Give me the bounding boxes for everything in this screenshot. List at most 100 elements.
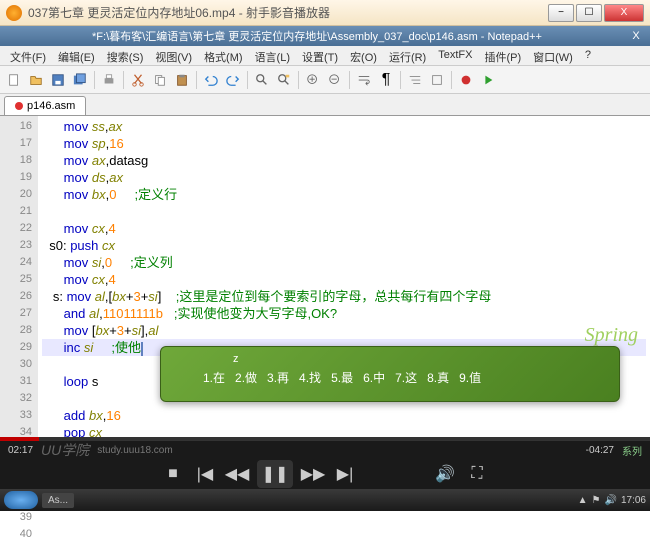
code-line[interactable]: s: mov al,[bx+3+si] ;这里是定位到每个要索引的字母，总共每行… <box>42 288 646 305</box>
notepadpp-titlebar: *F:\暮布客\汇编语言\第七章 更灵活定位内存地址\Assembly_037_… <box>0 26 650 46</box>
close-button[interactable]: X <box>604 4 644 22</box>
prev-button[interactable]: |◀ <box>193 462 217 486</box>
tray-icon[interactable]: 🔊 <box>605 495 617 506</box>
macro-play-icon[interactable] <box>478 70 498 90</box>
taskbar-clock[interactable]: 17:06 <box>621 495 646 506</box>
code-line[interactable]: and al,11011111b ;实现使他变为大写字母,OK? <box>42 305 646 322</box>
show-all-chars-icon[interactable]: ¶ <box>376 70 396 90</box>
ime-candidates[interactable]: 1.在 2.做 3.再 4.找 5.最 6.中 7.这 8.真 9.值 <box>203 369 607 386</box>
folder-margin-icon[interactable] <box>427 70 447 90</box>
volume-icon[interactable]: 🔊 <box>433 462 457 486</box>
menu-item[interactable]: 设置(T) <box>296 46 344 65</box>
code-line[interactable]: mov cx,4 <box>42 220 646 237</box>
pause-button[interactable]: ❚❚ <box>257 460 293 488</box>
progress-bar[interactable] <box>0 437 650 441</box>
code-line[interactable]: mov cx,4 <box>42 271 646 288</box>
menu-item[interactable]: 文件(F) <box>4 46 52 65</box>
maximize-button[interactable]: ☐ <box>576 4 602 22</box>
find-icon[interactable] <box>252 70 272 90</box>
open-file-icon[interactable] <box>26 70 46 90</box>
undo-icon[interactable] <box>201 70 221 90</box>
spring-decoration: Spring <box>585 324 638 347</box>
watermark-logo: UU学院 <box>41 440 89 460</box>
menu-item[interactable]: 运行(R) <box>383 46 432 65</box>
indent-guide-icon[interactable] <box>405 70 425 90</box>
stop-button[interactable]: ■ <box>161 462 185 486</box>
macro-record-icon[interactable] <box>456 70 476 90</box>
ime-candidate[interactable]: 1.在 <box>203 369 225 386</box>
ime-candidate[interactable]: 9.值 <box>459 369 481 386</box>
save-icon[interactable] <box>48 70 68 90</box>
zoom-in-icon[interactable] <box>303 70 323 90</box>
watermark-url: study.uuu18.com <box>97 445 172 456</box>
zoom-out-icon[interactable] <box>325 70 345 90</box>
print-icon[interactable] <box>99 70 119 90</box>
ime-candidate[interactable]: 7.这 <box>395 369 417 386</box>
ime-candidate[interactable]: 4.找 <box>299 369 321 386</box>
code-editor[interactable]: 1617181920212223242526272829303132333435… <box>0 116 650 456</box>
rewind-button[interactable]: ◀◀ <box>225 462 249 486</box>
tray-icon[interactable]: ▲ <box>578 495 588 506</box>
video-player-controls: 02:17 UU学院 study.uuu18.com -04:27 系列 ■ |… <box>0 437 650 489</box>
code-line[interactable]: mov bx,0 ;定义行 <box>42 186 646 203</box>
start-button[interactable] <box>4 491 38 509</box>
menu-item[interactable]: ? <box>579 46 597 65</box>
code-line[interactable]: mov ss,ax <box>42 118 646 135</box>
tray-icon[interactable]: ⚑ <box>592 495 601 506</box>
code-line[interactable]: mov sp,16 <box>42 135 646 152</box>
notepadpp-title-text: *F:\暮布客\汇编语言\第七章 更灵活定位内存地址\Assembly_037_… <box>6 28 628 44</box>
player-titlebar: 037第七章 更灵活定位内存地址06.mp4 - 射手影音播放器 − ☐ X <box>0 0 650 26</box>
elapsed-time: 02:17 <box>8 445 33 456</box>
fullscreen-button[interactable]: ⛶ <box>465 462 489 486</box>
code-line[interactable]: mov si,0 ;定义列 <box>42 254 646 271</box>
system-tray[interactable]: ▲ ⚑ 🔊 17:06 <box>578 495 646 506</box>
menu-item[interactable]: 语言(L) <box>249 46 296 65</box>
progress-fill <box>0 437 39 441</box>
code-line[interactable]: mov ax,datasg <box>42 152 646 169</box>
menu-item[interactable]: 宏(O) <box>344 46 383 65</box>
menu-item[interactable]: 搜索(S) <box>101 46 150 65</box>
code-line[interactable]: mov [bx+3+si],al <box>42 322 646 339</box>
save-all-icon[interactable] <box>70 70 90 90</box>
ime-candidate-bar[interactable]: z 1.在 2.做 3.再 4.找 5.最 6.中 7.这 8.真 9.值 <box>160 346 620 402</box>
copy-icon[interactable] <box>150 70 170 90</box>
next-button[interactable]: ▶| <box>333 462 357 486</box>
ime-candidate[interactable]: 5.最 <box>331 369 353 386</box>
modified-indicator-icon <box>15 102 23 110</box>
menu-item[interactable]: 编辑(E) <box>52 46 101 65</box>
cut-icon[interactable] <box>128 70 148 90</box>
windows-taskbar: As... ▲ ⚑ 🔊 17:06 <box>0 489 650 511</box>
menu-item[interactable]: TextFX <box>432 46 478 65</box>
code-line[interactable]: mov ds,ax <box>42 169 646 186</box>
code-line[interactable]: s0: push cx <box>42 237 646 254</box>
menu-item[interactable]: 格式(M) <box>198 46 249 65</box>
menu-item[interactable]: 插件(P) <box>478 46 527 65</box>
ime-candidate[interactable]: 6.中 <box>363 369 385 386</box>
word-wrap-icon[interactable] <box>354 70 374 90</box>
paste-icon[interactable] <box>172 70 192 90</box>
extra-label: 系列 <box>622 443 642 458</box>
ime-candidate[interactable]: 2.做 <box>235 369 257 386</box>
menu-item[interactable]: 窗口(W) <box>527 46 579 65</box>
tab-bar: p146.asm <box>0 94 650 116</box>
taskbar-item[interactable]: As... <box>42 493 74 508</box>
minimize-button[interactable]: − <box>548 4 574 22</box>
redo-icon[interactable] <box>223 70 243 90</box>
menubar: 文件(F)编辑(E)搜索(S)视图(V)格式(M)语言(L)设置(T)宏(O)运… <box>0 46 650 66</box>
replace-icon[interactable] <box>274 70 294 90</box>
ime-candidate[interactable]: 3.再 <box>267 369 289 386</box>
new-file-icon[interactable] <box>4 70 24 90</box>
toolbar: ¶ <box>0 66 650 94</box>
tab-p146[interactable]: p146.asm <box>4 96 86 115</box>
code-area[interactable]: mov ss,ax mov sp,16 mov ax,datasg mov ds… <box>38 116 650 456</box>
ime-input-text: z <box>233 353 607 365</box>
line-number-gutter: 1617181920212223242526272829303132333435… <box>0 116 38 456</box>
code-line[interactable]: add bx,16 <box>42 407 646 424</box>
code-line[interactable] <box>42 203 646 220</box>
forward-button[interactable]: ▶▶ <box>301 462 325 486</box>
ime-candidate[interactable]: 8.真 <box>427 369 449 386</box>
menu-item[interactable]: 视图(V) <box>149 46 198 65</box>
player-window-title: 037第七章 更灵活定位内存地址06.mp4 - 射手影音播放器 <box>28 4 546 21</box>
notepadpp-close-icon[interactable]: X <box>628 30 644 42</box>
tab-label: p146.asm <box>27 100 75 112</box>
